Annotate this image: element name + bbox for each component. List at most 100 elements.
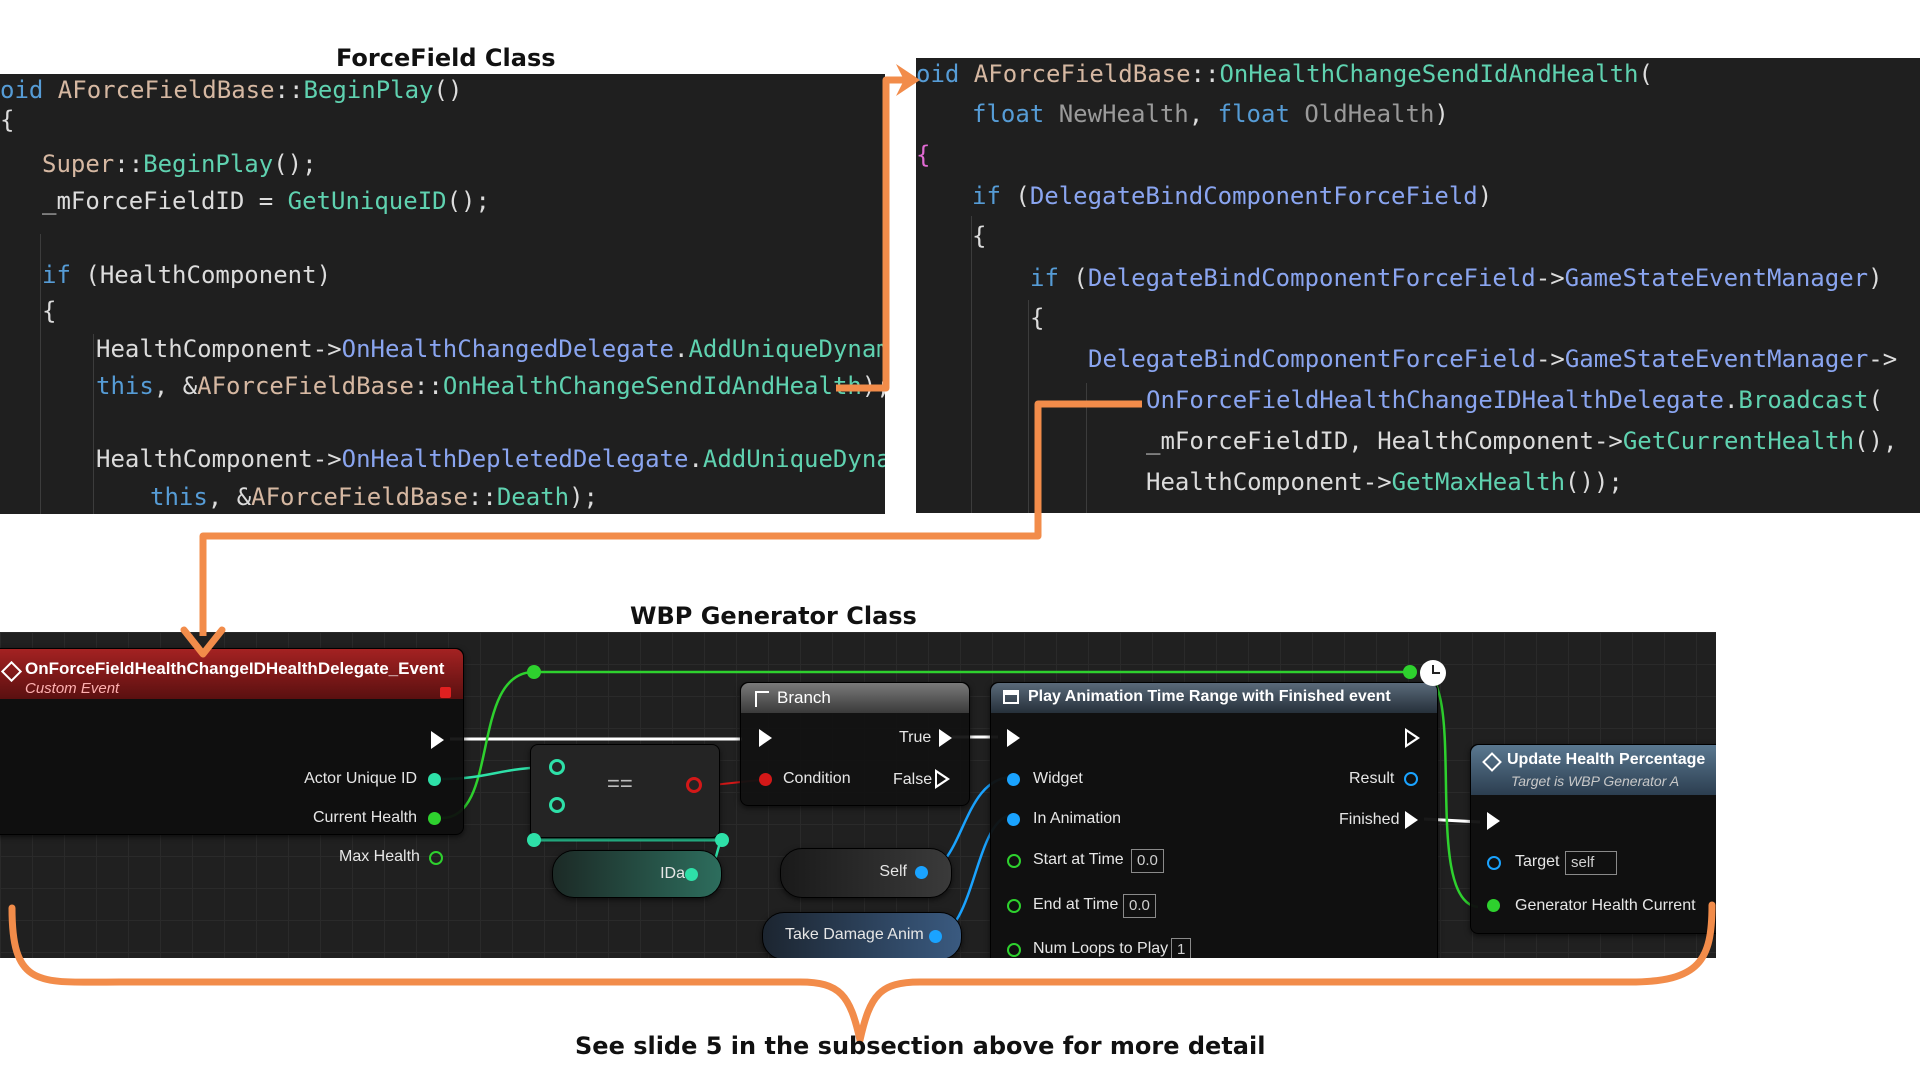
num-loops-input[interactable]: 1 (1171, 938, 1192, 958)
take-damage-anim-node[interactable]: Take Damage Anim (762, 912, 962, 958)
update-health-node[interactable]: Update Health Percentage Target is WBP G… (1470, 744, 1716, 934)
equals-node[interactable]: == (530, 744, 720, 838)
branch-true-pin[interactable] (939, 729, 952, 747)
blueprint-graph[interactable]: OnForceFieldHealthChangeIDHealthDelegate… (0, 632, 1716, 958)
branch-false-label: False (893, 771, 933, 788)
code-token: AForceFieldBase (57, 76, 275, 104)
num-loops-pin[interactable] (1007, 943, 1021, 957)
delegate-output-pin[interactable] (440, 687, 451, 698)
event-node-title: OnForceFieldHealthChangeIDHealthDelegate… (25, 659, 445, 678)
equals-input-b-pin[interactable] (549, 797, 565, 813)
ida-label: IDa (660, 865, 685, 882)
play-exec-output-outline-inner (1407, 732, 1416, 744)
code-token: -> (1535, 345, 1565, 373)
branch-exec-input-pin[interactable] (759, 729, 772, 747)
code-line: { (0, 105, 14, 135)
in-animation-pin[interactable] (1007, 813, 1020, 826)
code-token: { (0, 106, 15, 134)
code-token: :: (413, 372, 443, 400)
indent-guide (971, 216, 972, 513)
equals-input-a-pin[interactable] (549, 759, 565, 775)
green-reroute-pin-right[interactable] (1403, 665, 1417, 679)
code-token: Broadcast (1738, 386, 1869, 414)
code-token: -> (1868, 345, 1898, 373)
teal-reroute-pin[interactable] (527, 833, 541, 847)
start-at-time-input[interactable]: 0.0 (1131, 849, 1164, 873)
code-token: AddUniqueDynamic (688, 335, 885, 363)
code-token: oid (0, 76, 58, 104)
generator-health-label: Generator Health Current (1515, 897, 1696, 914)
branch-condition-pin[interactable] (759, 773, 772, 786)
code-token: -> (1535, 264, 1565, 292)
result-label: Result (1349, 770, 1395, 787)
ida-variable-node[interactable]: IDa (552, 850, 722, 898)
end-at-time-pin[interactable] (1007, 899, 1021, 913)
self-output-pin[interactable] (915, 866, 928, 879)
current-health-pin[interactable] (428, 812, 441, 825)
code-token: ) (316, 261, 332, 289)
equals-output-pin[interactable] (686, 777, 702, 793)
exec-output-pin[interactable] (431, 731, 444, 749)
latent-clock-icon (1420, 660, 1446, 686)
actor-unique-id-label: Actor Unique ID (304, 770, 417, 787)
play-exec-input-pin[interactable] (1007, 729, 1020, 747)
code-token: HealthComponent (1377, 427, 1594, 455)
code-line: Super::BeginPlay(); (42, 149, 317, 179)
code-token: , (1348, 427, 1378, 455)
code-line: HealthComponent->GetMaxHealth()); (1146, 467, 1623, 497)
max-health-pin[interactable] (429, 851, 443, 865)
function-icon (1003, 690, 1019, 704)
wbp-generator-class-title: WBP Generator Class (630, 602, 917, 630)
code-token: :: (114, 150, 144, 178)
end-at-time-input[interactable]: 0.0 (1123, 894, 1156, 918)
code-token: ); (569, 483, 598, 511)
indent-guide (1028, 300, 1029, 513)
code-token: float (1217, 100, 1305, 128)
code-token: BeginPlay (303, 76, 434, 104)
finished-label: Finished (1339, 811, 1400, 828)
code-token: float (972, 100, 1059, 128)
code-line: if (DelegateBindComponentForceField->Gam… (1030, 263, 1883, 293)
play-animation-node[interactable]: Play Animation Time Range with Finished … (990, 682, 1438, 958)
code-token: = (244, 187, 288, 215)
code-token: HealthComponent (96, 445, 313, 473)
target-input[interactable]: self (1565, 851, 1617, 875)
code-token: { (916, 141, 931, 169)
code-token: ()); (1565, 468, 1623, 496)
code-token: ( (1000, 182, 1030, 210)
actor-unique-id-pin[interactable] (428, 773, 441, 786)
branch-node[interactable]: Branch True Condition False (740, 682, 970, 806)
branch-node-header (741, 683, 969, 713)
branch-true-label: True (899, 729, 932, 746)
code-token: this (150, 483, 208, 511)
max-health-label: Max Health (339, 848, 420, 865)
code-token: :: (1190, 60, 1220, 88)
generator-health-pin[interactable] (1487, 899, 1500, 912)
green-reroute-pin[interactable] (527, 665, 541, 679)
false-exec-outline-inner (937, 773, 946, 785)
code-token: _mForceFieldID (42, 187, 245, 215)
take-damage-anim-pin[interactable] (929, 930, 942, 943)
widget-pin[interactable] (1007, 773, 1020, 786)
target-pin[interactable] (1487, 856, 1501, 870)
teal-reroute-pin-right[interactable] (715, 833, 729, 847)
code-token: ); (861, 372, 885, 400)
code-token: OnHealthChangeSendIdAndHealth (442, 372, 862, 400)
finished-exec-pin[interactable] (1405, 811, 1418, 829)
code-token: :: (274, 76, 304, 104)
code-token: { (42, 297, 57, 325)
self-node[interactable]: Self (780, 848, 952, 898)
start-at-time-label: Start at Time (1033, 851, 1124, 868)
update-exec-input-pin[interactable] (1487, 812, 1500, 830)
ida-output-pin[interactable] (685, 868, 698, 881)
code-token: GetMaxHealth (1391, 468, 1566, 496)
code-token: . (674, 335, 689, 363)
code-token: (); (446, 187, 490, 215)
code-line: { (1030, 303, 1044, 333)
result-pin[interactable] (1404, 772, 1418, 786)
code-token: OnForceFieldHealthChangeIDHealthDelegate (1146, 386, 1724, 414)
code-panel-onhealthchange: oid AForceFieldBase::OnHealthChangeSendI… (916, 58, 1920, 513)
event-node[interactable]: OnForceFieldHealthChangeIDHealthDelegate… (0, 648, 464, 835)
indent-guide (1086, 383, 1087, 513)
start-at-time-pin[interactable] (1007, 854, 1021, 868)
